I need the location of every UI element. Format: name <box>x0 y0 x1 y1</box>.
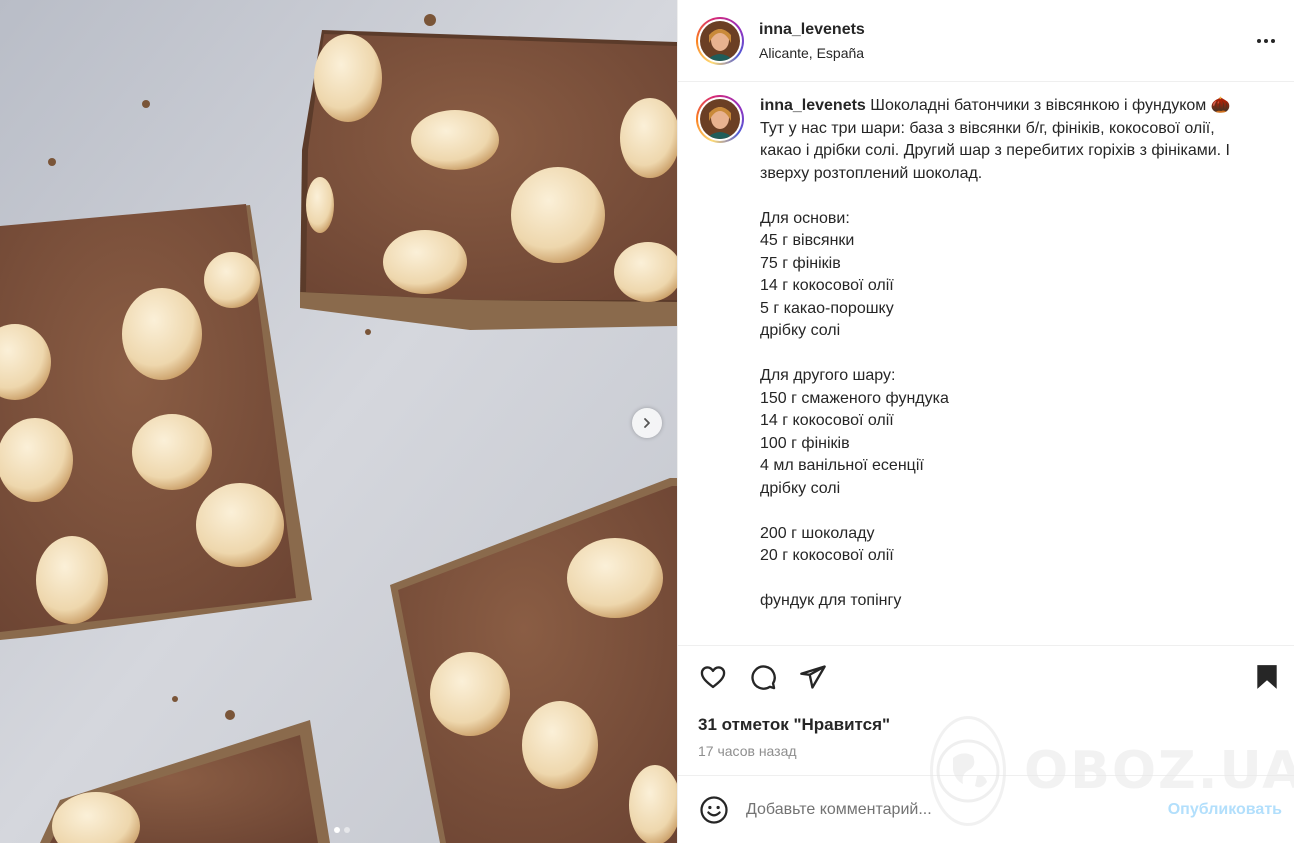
post-timestamp[interactable]: 17 часов назад <box>678 739 1294 765</box>
carousel-dot <box>343 827 350 833</box>
caption-line: Для основи: <box>760 209 850 227</box>
avatar[interactable] <box>700 20 740 61</box>
heart-icon[interactable] <box>698 662 728 692</box>
comment-icon[interactable] <box>748 662 778 692</box>
action-bar <box>678 645 1294 707</box>
caption-line <box>760 568 1278 591</box>
carousel-dot <box>333 827 340 833</box>
caption-line <box>760 343 1278 366</box>
header-location[interactable]: Alicante, España <box>759 45 1254 61</box>
caption-line: 14 г кокосової олії <box>760 412 894 429</box>
caption-line: 5 г какао-порошку <box>760 299 894 317</box>
caption-line: 45 г вівсянки <box>760 232 855 249</box>
caption-area: inna_levenets Шоколадні батончики з вівс… <box>678 82 1294 645</box>
caption-line: Для другого шару: <box>760 367 896 384</box>
smiley-icon[interactable] <box>698 794 730 826</box>
caption-line: 75 г фініків <box>760 254 841 272</box>
caption-line: дрібку солі <box>760 322 841 339</box>
caption-story-ring[interactable] <box>696 95 744 143</box>
publish-button[interactable]: Опубликовать <box>1168 801 1282 819</box>
caption-line: 14 г кокосової олії <box>760 277 894 294</box>
carousel-next-button[interactable] <box>632 408 662 438</box>
likes-count[interactable]: 31 отметок "Нравится" <box>678 707 1294 739</box>
more-options-icon[interactable] <box>1254 29 1278 53</box>
bookmark-icon[interactable] <box>1252 662 1282 692</box>
comment-input[interactable] <box>746 800 1168 819</box>
caption-first-line: Шоколадні батончики з вівсянкою і фундук… <box>870 97 1231 114</box>
header-username[interactable]: inna_levenets <box>759 21 1254 39</box>
comment-bar: Опубликовать <box>678 775 1294 843</box>
caption-avatar[interactable] <box>700 99 740 139</box>
caption-line <box>760 185 1278 208</box>
caption-line: фундук для топінгу <box>760 592 902 609</box>
send-icon[interactable] <box>798 662 828 692</box>
post-photo <box>0 0 677 843</box>
caption-username[interactable]: inna_levenets <box>760 97 866 114</box>
caption-line: Тут у нас три шари: база з вівсянки б/г,… <box>760 119 1215 137</box>
caption-line: 4 мл ванільної есенції <box>760 457 924 474</box>
caption-line: 150 г смаженого фундука <box>760 389 949 407</box>
post-header: inna_levenets Alicante, España <box>678 0 1294 82</box>
caption-line: 200 г шоколаду <box>760 524 875 542</box>
caption-line: какао і дрібки солі. Другий шар з переби… <box>760 142 1230 159</box>
bar-top <box>300 30 677 330</box>
chevron-right-icon <box>644 418 650 428</box>
post-caption: inna_levenets Шоколадні батончики з вівс… <box>760 95 1278 645</box>
instagram-post-view: inna_levenets Alicante, España inna_leve… <box>0 0 1294 843</box>
caption-line <box>760 500 1278 523</box>
post-media[interactable] <box>0 0 677 843</box>
post-side-panel: inna_levenets Alicante, España inna_leve… <box>677 0 1294 843</box>
caption-line: дрібку солі <box>760 479 841 497</box>
story-ring[interactable] <box>696 16 744 65</box>
carousel-indicator <box>0 827 677 833</box>
caption-line: 100 г фініків <box>760 434 850 452</box>
caption-line: 20 г кокосової олії <box>760 547 894 564</box>
caption-line: зверху розтоплений шоколад. <box>760 164 983 182</box>
